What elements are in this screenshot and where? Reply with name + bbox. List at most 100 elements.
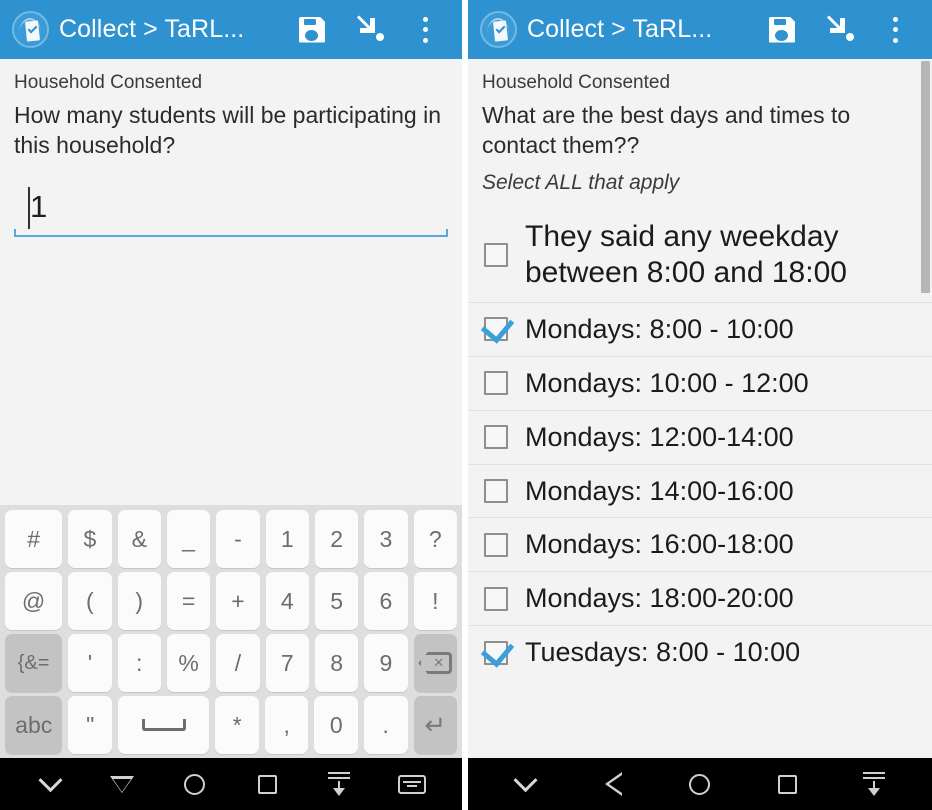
nav-keyboard-switch[interactable] xyxy=(395,767,429,801)
nav-download[interactable] xyxy=(322,767,356,801)
list-item[interactable]: Tuesdays: 8:00 - 10:00 xyxy=(468,625,932,680)
download-arrow-icon xyxy=(328,772,351,796)
keyboard-row: abc " * , 0 . ↵ xyxy=(2,696,460,754)
enter-key[interactable]: ↵ xyxy=(413,696,458,754)
onscreen-keyboard[interactable]: # $ & _ - 1 2 3 ? @ ( ) = + 4 5 6 ! {&= … xyxy=(0,505,462,758)
odk-collect-logo-icon xyxy=(480,11,517,48)
nav-recents[interactable] xyxy=(770,767,804,801)
key-plus[interactable]: + xyxy=(216,572,260,630)
input-underline xyxy=(14,228,448,237)
checkbox-unchecked-icon[interactable] xyxy=(484,532,508,557)
key-4[interactable]: 4 xyxy=(265,572,309,630)
nav-home[interactable] xyxy=(178,767,212,801)
save-button[interactable] xyxy=(282,0,342,59)
chevron-down-icon xyxy=(513,767,538,792)
list-item[interactable]: Mondays: 16:00-18:00 xyxy=(468,517,932,572)
choice-label: Tuesdays: 8:00 - 10:00 xyxy=(525,637,801,668)
key-underscore[interactable]: _ xyxy=(166,510,211,568)
checkbox-unchecked-icon[interactable] xyxy=(484,479,508,503)
key-apostrophe[interactable]: ' xyxy=(68,634,112,692)
key-slash[interactable]: / xyxy=(216,634,260,692)
list-item[interactable]: Mondays: 14:00-16:00 xyxy=(468,463,932,518)
group-label: Household Consented xyxy=(14,72,203,93)
abc-key[interactable]: abc xyxy=(5,696,63,754)
nav-download[interactable] xyxy=(857,767,891,801)
nav-hide-keyboard[interactable] xyxy=(33,767,67,801)
key-percent[interactable]: % xyxy=(166,634,211,692)
form-header-left: Household Consented How many students wi… xyxy=(0,59,462,161)
key-paren-open[interactable]: ( xyxy=(68,572,112,630)
choice-label: Mondays: 16:00-18:00 xyxy=(525,529,794,560)
keyboard-row: @ ( ) = + 4 5 6 ! xyxy=(2,572,460,630)
key-hash[interactable]: # xyxy=(5,510,63,568)
question-hint: Select ALL that apply xyxy=(482,170,680,194)
choice-label: Mondays: 12:00-14:00 xyxy=(525,421,794,452)
nav-recents[interactable] xyxy=(250,767,284,801)
app-bar-right: Collect > TaRL... xyxy=(468,0,932,59)
checkbox-unchecked-icon[interactable] xyxy=(484,371,508,396)
app-bar-title: Collect > TaRL... xyxy=(59,15,245,43)
list-item[interactable]: They said any weekday between 8:00 and 1… xyxy=(468,208,932,302)
nav-back[interactable] xyxy=(105,767,139,801)
key-8[interactable]: 8 xyxy=(314,634,359,692)
key-dollar[interactable]: $ xyxy=(68,510,112,568)
key-5[interactable]: 5 xyxy=(314,572,359,630)
number-input-wrapper[interactable]: 1 xyxy=(14,183,448,237)
checkbox-checked-icon[interactable] xyxy=(484,317,508,342)
key-2[interactable]: 2 xyxy=(314,510,359,568)
list-item[interactable]: Mondays: 10:00 - 12:00 xyxy=(468,355,932,410)
app-bar-actions xyxy=(752,0,918,59)
app-bar-left: Collect > TaRL... xyxy=(0,0,462,59)
key-1[interactable]: 1 xyxy=(265,510,309,568)
group-label: Household Consented xyxy=(482,72,671,93)
dual-screenshot-container: Collect > TaRL... Household Consented Ho… xyxy=(0,0,932,810)
left-phone-screen: Collect > TaRL... Household Consented Ho… xyxy=(0,0,462,810)
goto-prompt-button[interactable] xyxy=(342,0,402,59)
keyboard-row: # $ & _ - 1 2 3 ? xyxy=(2,510,460,568)
key-asterisk[interactable]: * xyxy=(215,696,259,754)
goto-prompt-button[interactable] xyxy=(812,0,872,59)
choice-label: Mondays: 14:00-16:00 xyxy=(525,475,794,506)
question-text: What are the best days and times to cont… xyxy=(482,101,851,158)
key-exclamation[interactable]: ! xyxy=(413,572,457,630)
space-key[interactable] xyxy=(117,696,210,754)
key-9[interactable]: 9 xyxy=(364,634,408,692)
checkbox-unchecked-icon[interactable] xyxy=(484,243,508,268)
checkbox-unchecked-icon[interactable] xyxy=(484,425,508,450)
key-comma[interactable]: , xyxy=(264,696,309,754)
key-paren-close[interactable]: ) xyxy=(117,572,161,630)
symbols-toggle-key[interactable]: {&= xyxy=(5,634,63,692)
key-ampersand[interactable]: & xyxy=(117,510,161,568)
overflow-menu-button[interactable] xyxy=(402,0,448,59)
backspace-icon: ✕ xyxy=(418,652,453,674)
nav-home[interactable] xyxy=(683,767,717,801)
key-at[interactable]: @ xyxy=(5,572,63,630)
key-question[interactable]: ? xyxy=(413,510,457,568)
list-item[interactable]: Mondays: 12:00-14:00 xyxy=(468,409,932,464)
android-navbar-left xyxy=(0,758,462,810)
number-input[interactable]: 1 xyxy=(14,183,448,231)
overflow-menu-button[interactable] xyxy=(872,0,918,59)
choice-list: They said any weekday between 8:00 and 1… xyxy=(468,208,932,680)
choice-label: Mondays: 18:00-20:00 xyxy=(525,583,794,614)
key-3[interactable]: 3 xyxy=(364,510,408,568)
key-quote[interactable]: " xyxy=(68,696,112,754)
key-colon[interactable]: : xyxy=(117,634,161,692)
key-0[interactable]: 0 xyxy=(314,696,358,754)
cursor-arrow-icon xyxy=(828,17,856,43)
key-7[interactable]: 7 xyxy=(265,634,309,692)
key-6[interactable]: 6 xyxy=(364,572,408,630)
vertical-scrollbar[interactable] xyxy=(921,61,930,293)
key-hyphen[interactable]: - xyxy=(216,510,260,568)
key-period[interactable]: . xyxy=(363,696,408,754)
checkbox-unchecked-icon[interactable] xyxy=(484,586,508,611)
list-item[interactable]: Mondays: 18:00-20:00 xyxy=(468,571,932,626)
nav-hide-keyboard[interactable] xyxy=(509,767,543,801)
list-item[interactable]: Mondays: 8:00 - 10:00 xyxy=(468,301,932,356)
backspace-key[interactable]: ✕ xyxy=(413,634,457,692)
circle-icon xyxy=(689,773,711,795)
save-button[interactable] xyxy=(752,0,812,59)
nav-back[interactable] xyxy=(596,767,630,801)
key-equals[interactable]: = xyxy=(166,572,211,630)
checkbox-checked-icon[interactable] xyxy=(484,640,508,665)
